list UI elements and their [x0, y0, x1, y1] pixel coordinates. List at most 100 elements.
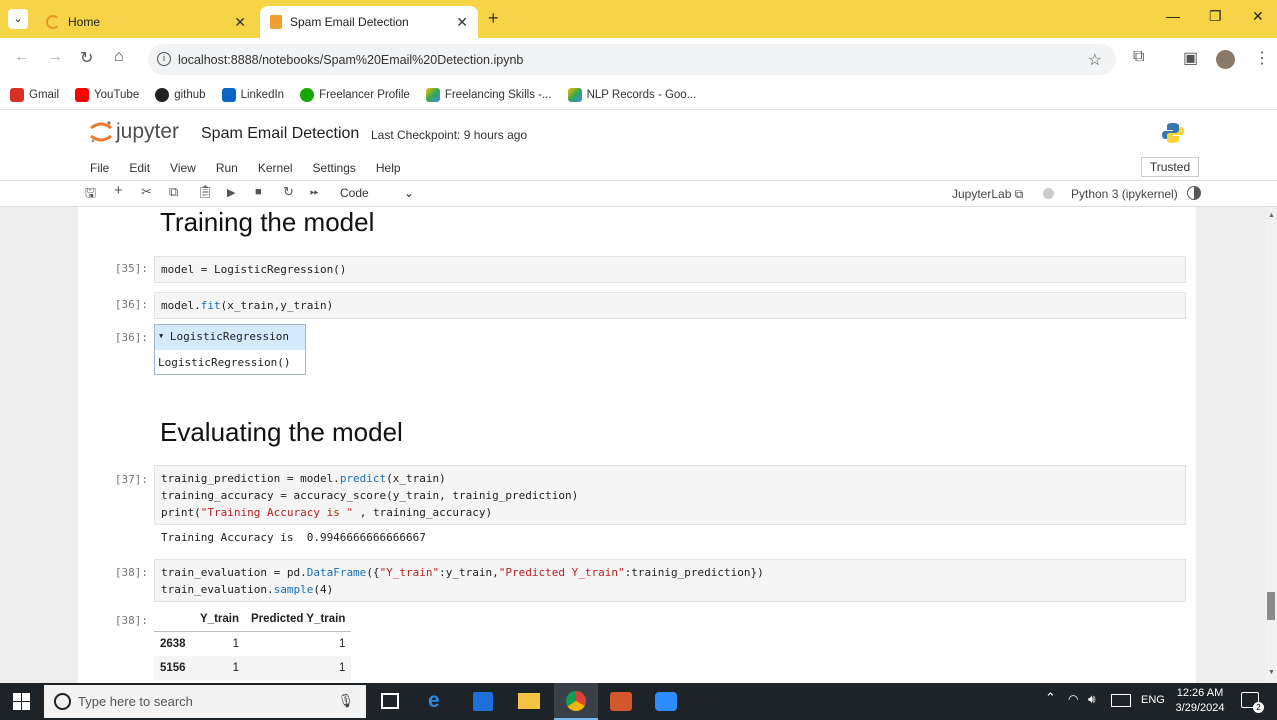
settings-icon[interactable] [1043, 188, 1054, 199]
code-token: sample [273, 583, 314, 596]
bookmark-nlp-records[interactable]: NLP Records - Goo... [567, 87, 696, 102]
estimator-header[interactable]: ▼ LogisticRegression [155, 325, 305, 350]
cortana-icon [54, 693, 71, 710]
zoom-icon[interactable] [655, 692, 677, 711]
code-token: (x_train) [386, 472, 446, 485]
tab-home[interactable]: Home ✕ [36, 6, 256, 38]
back-icon[interactable]: ← [14, 48, 30, 66]
minimize-button[interactable]: — [1166, 8, 1180, 24]
copy-icon[interactable]: ⧉ [169, 184, 178, 200]
wifi-icon[interactable]: ◠ [1068, 692, 1078, 706]
microphone-icon[interactable]: 🎙︎ [337, 693, 354, 709]
bookmark-freelancing-skills[interactable]: Freelancing Skills -... [425, 87, 552, 102]
time: 12:26 AM [1176, 687, 1224, 699]
menu-kernel[interactable]: Kernel [258, 161, 293, 175]
scroll-up-icon[interactable]: ▲ [1268, 212, 1275, 219]
edge-icon[interactable]: e [428, 690, 450, 712]
tab-title: Spam Email Detection [290, 15, 409, 29]
estimator-repr: LogisticRegression() [158, 356, 291, 369]
reload-icon[interactable]: ↻ [80, 48, 93, 68]
add-cell-icon[interactable]: + [114, 182, 123, 199]
close-icon[interactable]: ✕ [456, 14, 468, 31]
home-icon[interactable]: ⌂ [114, 48, 124, 66]
bookmark-label: github [174, 88, 206, 101]
dataframe-table: Y_train Predicted Y_train 2638 1 1 5156 … [154, 607, 352, 680]
address-bar[interactable]: i localhost:8888/notebooks/Spam%20Email%… [148, 44, 1116, 75]
code-token: fit [200, 299, 221, 312]
jupyter-header: jupyter Spam Email Detection Last Checkp… [0, 111, 1277, 155]
jupyter-menubar: File Edit View Run Kernel Settings Help [0, 155, 1277, 181]
cell-type-select[interactable]: Code ⌄ [340, 186, 414, 200]
scrollbar-thumb[interactable] [1267, 592, 1275, 620]
tab-spam-email-detection[interactable]: Spam Email Detection ✕ [260, 6, 478, 38]
menu-edit[interactable]: Edit [129, 161, 150, 175]
info-icon[interactable]: i [157, 52, 171, 66]
menu-settings[interactable]: Settings [313, 161, 356, 175]
clock[interactable]: 12:26 AM 3/29/2024 [1172, 686, 1228, 716]
stop-icon[interactable]: ■ [255, 186, 262, 198]
window-close-button[interactable]: ✕ [1252, 8, 1264, 25]
side-panel-icon[interactable]: ▣ [1183, 48, 1198, 68]
app-icon[interactable] [610, 692, 632, 711]
star-icon[interactable]: ☆ [1088, 50, 1102, 70]
chevron-up-icon[interactable]: ⌃ [1045, 690, 1056, 706]
restore-button[interactable]: ❐ [1209, 8, 1222, 25]
extensions-icon[interactable]: ⧉ [1133, 48, 1144, 66]
taskbar-search[interactable]: Type here to search 🎙︎ [44, 685, 366, 718]
windows-start-icon[interactable] [13, 693, 30, 710]
jupyterlab-link[interactable]: JupyterLab ⧉ [952, 187, 1023, 202]
scroll-down-icon[interactable]: ▼ [1268, 669, 1275, 676]
estimator-output[interactable]: ▼ LogisticRegression LogisticRegression(… [154, 324, 306, 375]
forward-icon[interactable]: → [47, 48, 63, 66]
code-cell-37[interactable]: trainig_prediction = model.predict(x_tra… [154, 465, 1186, 525]
menu-file[interactable]: File [90, 161, 109, 175]
trusted-badge[interactable]: Trusted [1141, 157, 1199, 177]
code-token: :y_train, [439, 566, 499, 579]
save-icon[interactable]: 🖫 [85, 184, 96, 206]
code-cell-38[interactable]: train_evaluation = pd.DataFrame({"Y_trai… [154, 559, 1186, 602]
menu-help[interactable]: Help [376, 161, 401, 175]
bookmark-github[interactable]: github [155, 87, 206, 102]
output-prompt: [36]: [114, 331, 148, 344]
cut-icon[interactable]: ✂ [141, 184, 152, 200]
bookmark-freelancer[interactable]: Freelancer Profile [300, 87, 410, 102]
avatar[interactable] [1216, 50, 1235, 69]
language-indicator[interactable]: ENG [1141, 694, 1165, 706]
keyboard-icon[interactable] [1111, 694, 1131, 707]
bookmark-youtube[interactable]: YouTube [75, 87, 139, 102]
file-explorer-icon[interactable] [518, 693, 540, 709]
tab-search-button[interactable]: ⌄ [8, 9, 28, 29]
notebook-title[interactable]: Spam Email Detection [201, 125, 359, 143]
task-view-icon[interactable] [381, 693, 399, 709]
vertical-scrollbar[interactable]: ▲ ▼ [1265, 207, 1277, 683]
code-token: model. [161, 299, 201, 312]
bookmark-label: Freelancer Profile [319, 88, 410, 101]
run-icon[interactable]: ▶ [227, 186, 235, 199]
code-token: , training_accuracy) [353, 506, 493, 519]
bookmark-label: Freelancing Skills -... [444, 88, 552, 101]
code-cell-36[interactable]: model.fit(x_train,y_train) [154, 292, 1186, 319]
table-row: 5156 1 1 [154, 656, 352, 680]
code-token: ({ [366, 566, 380, 579]
jupyter-logo-icon[interactable] [88, 119, 114, 145]
paste-icon[interactable]: 📋︎ [197, 184, 214, 200]
menu-view[interactable]: View [170, 161, 196, 175]
fast-forward-icon[interactable]: ⏩︎ [310, 186, 319, 199]
restart-icon[interactable]: ↻ [283, 184, 294, 200]
new-tab-button[interactable]: + [488, 8, 499, 29]
menu-run[interactable]: Run [216, 161, 238, 175]
kernel-name[interactable]: Python 3 (ipykernel) [1071, 187, 1178, 201]
code-cell-35[interactable]: model = LogisticRegression() [154, 256, 1186, 283]
notification-icon[interactable]: 2 [1241, 692, 1264, 713]
bookmark-label: Gmail [29, 88, 60, 101]
store-icon[interactable] [473, 692, 493, 711]
more-icon[interactable]: ⋮ [1254, 48, 1270, 68]
bookmark-gmail[interactable]: Gmail [10, 87, 60, 102]
cell-prompt: [35]: [114, 262, 148, 275]
volume-icon[interactable]: 🔊︎ [1088, 692, 1096, 707]
taskbar-chrome-button[interactable] [554, 683, 598, 720]
close-icon[interactable]: ✕ [234, 14, 246, 31]
drive-icon [567, 87, 582, 102]
bookmark-linkedin[interactable]: LinkedIn [221, 87, 284, 102]
code-token: (4) [313, 583, 334, 596]
